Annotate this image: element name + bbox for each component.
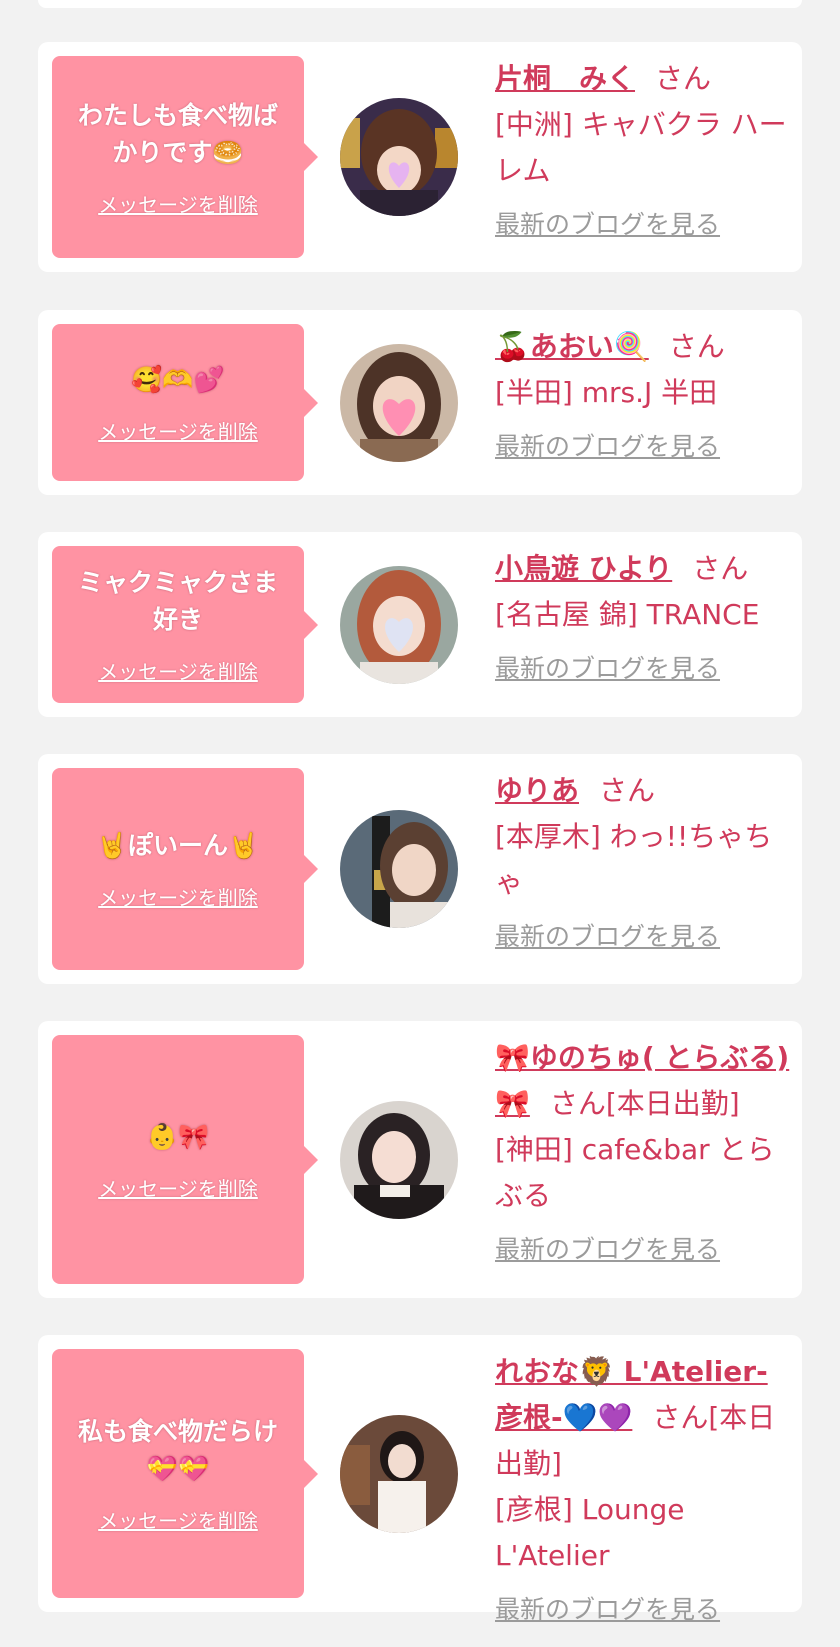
latest-blog-link[interactable]: 最新のブログを見る (495, 914, 720, 960)
latest-blog-link[interactable]: 最新のブログを見る (495, 1587, 720, 1633)
latest-blog-link[interactable]: 最新のブログを見る (495, 424, 720, 470)
latest-blog-link[interactable]: 最新のブログを見る (495, 1227, 720, 1273)
message-card: 私も食べ物だらけ💝💝 メッセージを削除 れおな🦁 L'Atelier-彦根-💙💜… (38, 1335, 802, 1624)
delete-message-link[interactable]: メッセージを削除 (98, 1173, 258, 1202)
message-bubble: 👶🎀 メッセージを削除 (52, 1035, 318, 1284)
avatar[interactable] (340, 1101, 458, 1219)
shop-name: [彦根] Lounge L'Atelier (495, 1493, 685, 1572)
avatar[interactable] (340, 98, 458, 216)
message-text: 私も食べ物だらけ💝💝 (77, 1417, 278, 1483)
latest-blog-link[interactable]: 最新のブログを見る (495, 202, 720, 248)
message-text: 👶🎀 (146, 1121, 210, 1151)
shop-name: [中洲] キャバクラ ハーレム (495, 108, 787, 187)
cast-info: れおな🦁 L'Atelier-彦根-💙💜 さん[本日出勤] [彦根] Lounge… (495, 1349, 790, 1633)
cast-info: 片桐 みく さん [中洲] キャバクラ ハーレム 最新のブログを見る (495, 56, 790, 248)
message-card: わたしも食べ物ばかりです🥯 メッセージを削除 片桐 みく さん [中洲] キャバク… (38, 42, 802, 272)
honorific: さん (599, 774, 656, 807)
message-text: わたしも食べ物ばかりです🥯 (77, 100, 278, 167)
message-text: ミャクミャクさま好き (77, 568, 278, 634)
cast-name-link[interactable]: ゆりあ (495, 774, 579, 807)
message-bubble: ミャクミャクさま好き メッセージを削除 (52, 546, 318, 703)
cast-info: ゆりあ さん [本厚木] わっ!!ちゃちゃ 最新のブログを見る (495, 768, 790, 960)
shop-name: [名古屋 錦] TRANCE (495, 598, 760, 631)
honorific: さん (668, 330, 725, 363)
honorific: さん (655, 62, 712, 95)
honorific: さん (692, 552, 749, 585)
honorific: さん[本日出勤] (549, 1087, 740, 1120)
delete-message-link[interactable]: メッセージを削除 (98, 1505, 258, 1534)
delete-message-link[interactable]: メッセージを削除 (98, 189, 258, 218)
message-text: 🥰🫶💕 (131, 364, 225, 394)
cast-info: 🎀ゆのちゅ( とらぶる)🎀 さん[本日出勤] [神田] cafe&bar とらぶる… (495, 1035, 790, 1273)
shop-name: [本厚木] わっ!!ちゃちゃ (495, 820, 773, 899)
avatar[interactable] (340, 1415, 458, 1533)
cast-name-link[interactable]: 片桐 みく (495, 62, 635, 95)
delete-message-link[interactable]: メッセージを削除 (98, 882, 258, 911)
shop-name: [半田] mrs.J 半田 (495, 376, 718, 409)
message-text: 🤘ぽいーん🤘 (96, 831, 260, 860)
cast-name-link[interactable]: 小鳥遊 ひより (495, 552, 672, 585)
message-bubble: わたしも食べ物ばかりです🥯 メッセージを削除 (52, 56, 318, 258)
message-card: 👶🎀 メッセージを削除 🎀ゆのちゅ( とらぶる)🎀 さん[本日出勤] [神田] c… (38, 1021, 802, 1298)
message-bubble: 私も食べ物だらけ💝💝 メッセージを削除 (52, 1349, 318, 1598)
message-bubble: 🤘ぽいーん🤘 メッセージを削除 (52, 768, 318, 970)
cast-info: 小鳥遊 ひより さん [名古屋 錦] TRANCE 最新のブログを見る (495, 546, 790, 692)
latest-blog-link[interactable]: 最新のブログを見る (495, 646, 720, 692)
message-card: ミャクミャクさま好き メッセージを削除 小鳥遊 ひより さん [名古屋 錦] TR… (38, 532, 802, 717)
shop-name: [神田] cafe&bar とらぶる (495, 1133, 775, 1212)
cast-info: 🍒あおい🍭 さん [半田] mrs.J 半田 最新のブログを見る (495, 324, 790, 470)
avatar[interactable] (340, 566, 458, 684)
avatar[interactable] (340, 344, 458, 462)
message-bubble: 🥰🫶💕 メッセージを削除 (52, 324, 318, 481)
message-card: 🥰🫶💕 メッセージを削除 🍒あおい🍭 さん [半田] mrs.J 半田 最新のブロ… (38, 310, 802, 495)
cast-name-link[interactable]: 🍒あおい🍭 (495, 330, 649, 363)
delete-message-link[interactable]: メッセージを削除 (98, 416, 258, 445)
message-card: 🤘ぽいーん🤘 メッセージを削除 ゆりあ さん [本厚木] わっ!!ちゃちゃ 最新の… (38, 754, 802, 984)
delete-message-link[interactable]: メッセージを削除 (98, 656, 258, 685)
avatar[interactable] (340, 810, 458, 928)
previous-card-edge (38, 0, 802, 8)
